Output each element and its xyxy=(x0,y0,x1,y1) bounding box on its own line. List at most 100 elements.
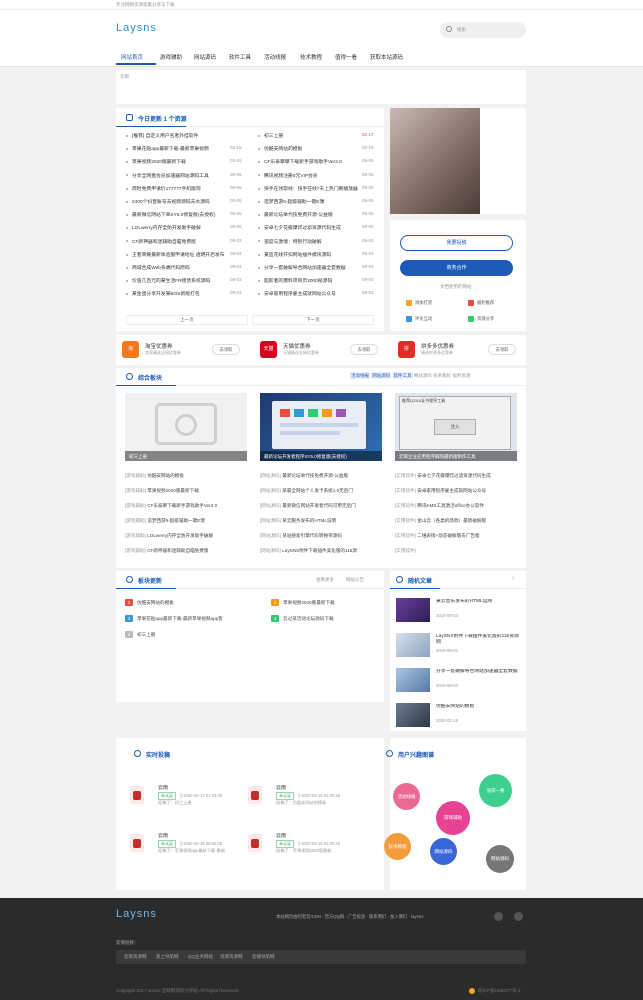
today-item[interactable]: 安卓七夕花瓣爆炸过滤资源代码生成 xyxy=(258,224,358,233)
list-item[interactable]: [游戏辅助] 苹果视频2020版最新下载 xyxy=(125,488,251,494)
today-item[interactable]: 苹果视频2020版最新下载 xyxy=(126,158,238,167)
list-item[interactable]: [游戏辅助] CF乐泰攀下载新手游戏助手Ver2.0 xyxy=(125,503,251,509)
banner[interactable]: 云雨 xyxy=(116,70,526,104)
list-item[interactable]: [网站源码] 最新论坛举代技免费开源-公益版 xyxy=(260,473,386,479)
tab-activity[interactable]: 活动线报 xyxy=(350,372,370,379)
card-thumb-3[interactable]: 推荐以GUI证书程序工具 注入 云雨企业应用程序解除最新版制作工具 xyxy=(395,393,517,461)
article-title[interactable]: LaySNS附件下载插件美化版的115资源网 xyxy=(436,634,520,646)
today-item[interactable]: 分享一套破解导合网站加速器全套数据 xyxy=(258,264,358,273)
wechat-icon[interactable] xyxy=(514,912,523,921)
weibo-icon[interactable] xyxy=(494,912,503,921)
today-item[interactable]: 价值几百元的某生活FR租赁系统源码 xyxy=(126,277,238,286)
link-share[interactable]: 资源分享 xyxy=(468,316,494,322)
submit-button[interactable]: 我要投稿 xyxy=(400,235,513,251)
list-item[interactable]: [网站源码] 某最全网站个人发卡系统1.0无后门 xyxy=(260,488,386,494)
footer-link-laysns[interactable]: laysns xyxy=(411,914,423,919)
board-item[interactable]: 5 初三上册 xyxy=(125,631,235,638)
bubble-game[interactable]: 游戏辅助 xyxy=(436,801,470,835)
icp-number[interactable]: 皖ICP备1980277号-1 xyxy=(478,988,521,994)
nav-software[interactable]: 软件工具 xyxy=(229,53,251,61)
post-desc[interactable]: 投稿了：苹果视频2020版最新 xyxy=(276,848,360,854)
article-thumb[interactable] xyxy=(396,598,430,622)
list-item[interactable]: [实用软件] 安卓家用程序雇主成就网站公众号 xyxy=(395,488,521,494)
prev-page-button[interactable]: 上一页 xyxy=(126,315,248,325)
today-item[interactable]: [推荐] 自定义用户名者外挂软件 xyxy=(126,132,238,141)
bubble-source[interactable]: 网站源码 xyxy=(430,838,457,865)
tab-site-source-2[interactable]: 网站源码 xyxy=(414,373,432,378)
footer-logo[interactable]: Laysns xyxy=(116,908,157,920)
today-item[interactable]: 2400个抖音账号去视频源码去水源码 xyxy=(126,198,238,207)
nav-site-source[interactable]: 网站源码 xyxy=(194,53,216,61)
friend-link-2[interactable]: 爱上导航网 xyxy=(156,954,179,960)
post-thumb[interactable] xyxy=(248,834,262,852)
today-item[interactable]: 商城合成Web多端代码原码 xyxy=(126,264,238,273)
list-item[interactable]: [实用软件] xyxy=(395,548,521,554)
today-item[interactable]: 最新论坛举代技免费开源-公益版 xyxy=(258,211,358,220)
article-title[interactable]: 某云音乐发布的HTML官网 xyxy=(436,599,520,605)
article-title[interactable]: 分享一套破解导合网站加速器全套数据 xyxy=(436,669,520,675)
nav-activity[interactable]: 活动线报 xyxy=(264,53,286,61)
post-desc[interactable]: 投稿了：仿酷安网站的模板 xyxy=(276,800,360,806)
nav-worth[interactable]: 值得一看 xyxy=(335,53,357,61)
today-item[interactable]: CF乐泰攀攀下载新手游戏助手Ver2.0 xyxy=(258,158,358,167)
post-author[interactable]: 云雨 xyxy=(276,832,286,839)
link-reward[interactable]: 添加打赏 xyxy=(406,300,432,306)
today-item[interactable]: 仿酷安网站的模板 xyxy=(258,145,358,154)
nav-tutorial[interactable]: 技术教程 xyxy=(300,53,322,61)
board-item[interactable]: 4 云过某活动论坛源码下载 xyxy=(271,615,381,622)
friend-link-5[interactable]: 云端导航网 xyxy=(252,954,275,960)
footer-link-join[interactable]: 加入我们 xyxy=(390,914,407,919)
board-item[interactable]: 3 苹果花贴app最新下载-最新苹果视频app客 xyxy=(125,615,235,622)
card-thumb-1[interactable]: 初三上册 xyxy=(125,393,247,461)
inject-button[interactable]: 注入 xyxy=(434,419,476,435)
site-logo[interactable]: Laysns xyxy=(116,22,157,34)
notice-link[interactable]: 网站公告 xyxy=(346,577,364,583)
footer-link-ads[interactable]: 广告投放 xyxy=(348,914,365,919)
board-item[interactable]: 1 仿酷安网站的模板 xyxy=(125,599,235,606)
tab-site-source[interactable]: 网站源码 xyxy=(371,372,392,379)
list-item[interactable]: [实用软件] 安卓七夕花瓣爆炸过滤资源代码生成 xyxy=(395,473,521,479)
promo-claim-button[interactable]: 去领取 xyxy=(212,344,240,355)
list-item[interactable]: [网站源码] 最新微信网站开发者代码可用无后门 xyxy=(260,503,386,509)
nav-get-source[interactable]: 获取本站源码 xyxy=(370,53,403,61)
list-item[interactable]: [实用软件] 二维表情+动态破解版去广告版 xyxy=(395,533,521,539)
list-item[interactable]: [游戏辅助] CF新神器和迷辅助自瞄免费版 xyxy=(125,548,251,554)
list-item[interactable]: [游戏辅助] LOLwerry内存全防开发助手破解 xyxy=(125,533,251,539)
promo-claim-button[interactable]: 去领取 xyxy=(488,344,516,355)
today-item[interactable]: 王者荣耀最新体验服申请地址 透明开启发布 xyxy=(126,251,238,260)
bubble-tutorial[interactable]: 技术教程 xyxy=(384,833,411,860)
today-item[interactable]: 初三上册 xyxy=(258,132,358,141)
post-author[interactable]: 云雨 xyxy=(158,784,168,791)
today-item[interactable]: 分享全网盘会员加速器网站源码工具 xyxy=(126,172,238,181)
today-item[interactable]: LOLwerry内存全防开发助手破解 xyxy=(126,224,238,233)
footer-link-qq[interactable]: 官方QQ群 xyxy=(325,914,345,919)
next-page-button[interactable]: 下一页 xyxy=(252,315,374,325)
list-item[interactable]: [游戏辅助] 仿酷安网站的模板 xyxy=(125,473,251,479)
chevron-right-icon[interactable]: › xyxy=(512,575,514,582)
tab-welfare[interactable]: 福利资源 xyxy=(452,373,470,378)
friend-link-4[interactable]: 资源资源网 xyxy=(220,954,243,960)
search-input[interactable]: 搜索 xyxy=(440,22,526,38)
footer-link-cdn[interactable]: 本站网页由阿里云/CDN xyxy=(276,914,321,919)
list-item[interactable]: [游戏辅助] 造梦西游5-超级辅助一键E瑞 xyxy=(125,518,251,524)
today-item[interactable]: 速度与激情：特别行动破解 xyxy=(258,238,358,247)
nav-game-assist[interactable]: 游戏辅助 xyxy=(160,53,182,61)
post-author[interactable]: 云雨 xyxy=(158,832,168,839)
list-item[interactable]: [网站源码] 某站搜索引擎代码转换带源码 xyxy=(260,533,386,539)
article-thumb[interactable] xyxy=(396,703,430,727)
post-thumb[interactable] xyxy=(130,786,144,804)
today-item[interactable]: 周时免费申请价177777手机版阿 xyxy=(126,185,238,194)
today-item[interactable]: 某监花线开扣网站插件模块源码 xyxy=(258,251,358,260)
today-item[interactable]: 快手在领取线：快手在线7天上热门刷播放器 xyxy=(258,185,358,194)
today-item[interactable]: 安卓家用程序雇主成就网站公众号 xyxy=(258,290,358,299)
more-link[interactable]: 查看更多 xyxy=(316,577,334,583)
today-item[interactable]: CF新神器和迷辅助自瞄免费版 xyxy=(126,238,238,247)
today-item[interactable]: 苹果花贴app最新下载-最新苹果视频 xyxy=(126,145,238,154)
bubble-activity[interactable]: 活动线报 xyxy=(393,783,420,810)
footer-link-contact[interactable]: 联系我们 xyxy=(369,914,386,919)
post-desc[interactable]: 投稿了：苹果视频app最新下载-最新 xyxy=(158,848,242,854)
list-item[interactable]: [实用软件] 金山云（各类机场款）最新破解版 xyxy=(395,518,521,524)
post-author[interactable]: 云雨 xyxy=(276,784,286,791)
today-item[interactable]: 某金蛋分享开发某BOX新版打包 xyxy=(126,290,238,299)
today-item[interactable]: 最新微信网站下单SY5.0修复版(去授权) xyxy=(126,211,238,220)
